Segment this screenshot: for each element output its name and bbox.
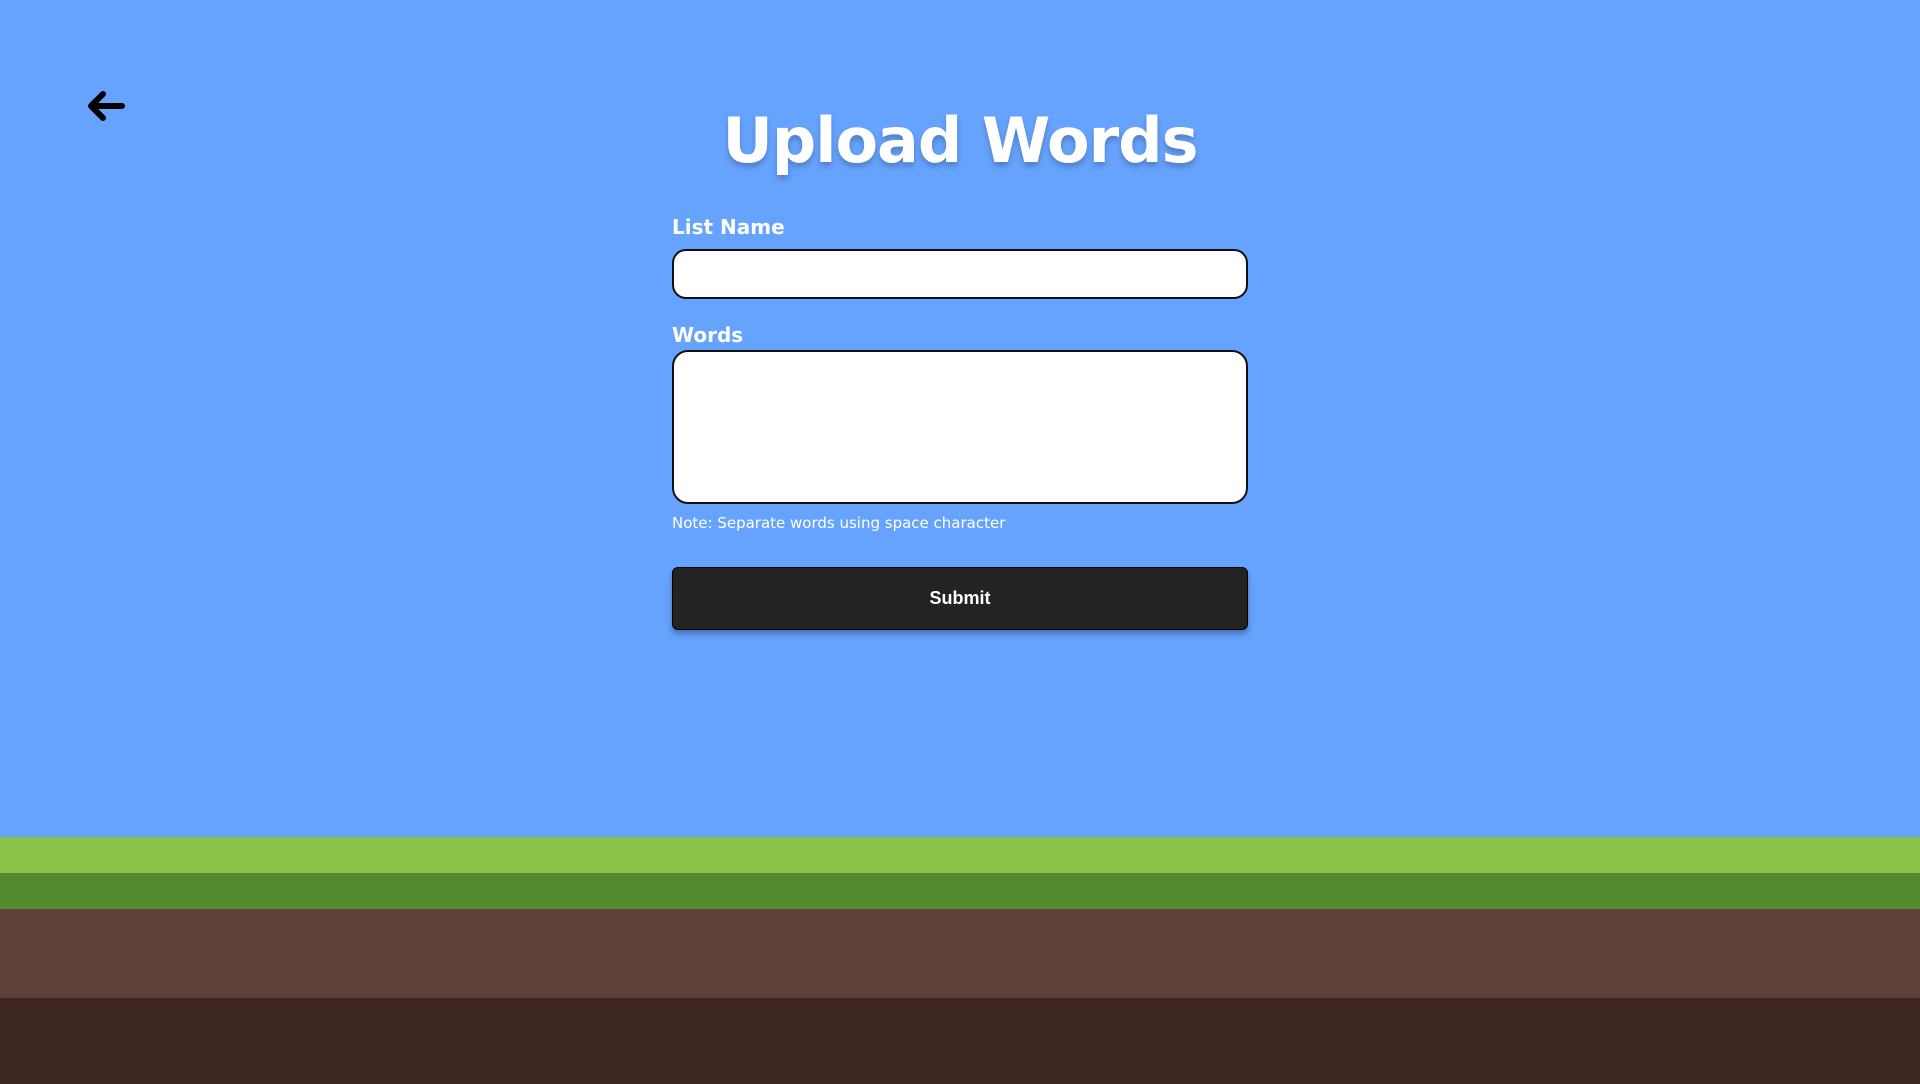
upload-words-form: List Name Words Note: Separate words usi… [672, 214, 1248, 630]
words-label: Words [672, 323, 744, 347]
grass-top-strip [0, 837, 1920, 873]
separator-note: Note: Separate words using space charact… [672, 514, 1006, 532]
words-textarea[interactable] [672, 350, 1248, 504]
list-name-label: List Name [672, 215, 785, 239]
submit-button[interactable]: Submit [672, 567, 1248, 630]
dirt-bottom-strip [0, 998, 1920, 1084]
list-name-input[interactable] [672, 249, 1248, 299]
page-title: Upload Words [722, 104, 1198, 177]
grass-bottom-strip [0, 873, 1920, 909]
dirt-top-strip [0, 909, 1920, 998]
